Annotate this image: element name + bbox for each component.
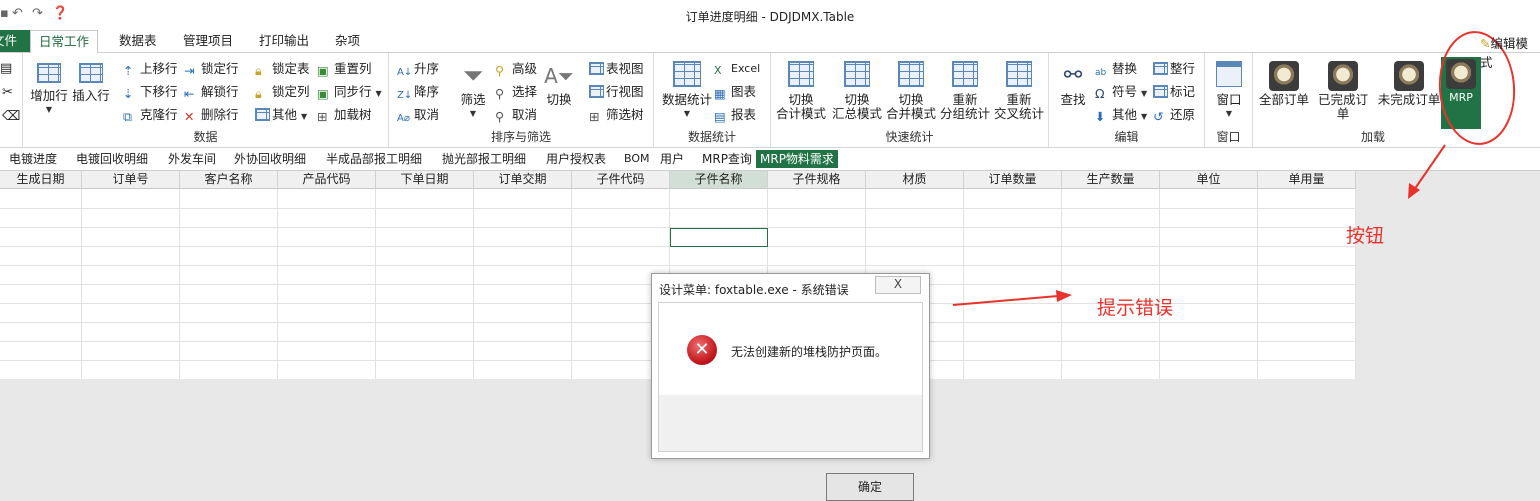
edit-mode-button[interactable]: ✎编辑模式	[1480, 33, 1540, 71]
annotation-layer	[952, 31, 1516, 306]
annotation-arrow-line	[952, 295, 1059, 306]
annotation-arrow-line	[1413, 144, 1446, 191]
pencil-icon: ✎	[1480, 36, 1491, 51]
annotation-button-label: 按钮	[1346, 225, 1385, 247]
annotation-arrow-head	[1056, 290, 1072, 302]
annotation-error-label: 提示错误	[1097, 297, 1174, 319]
